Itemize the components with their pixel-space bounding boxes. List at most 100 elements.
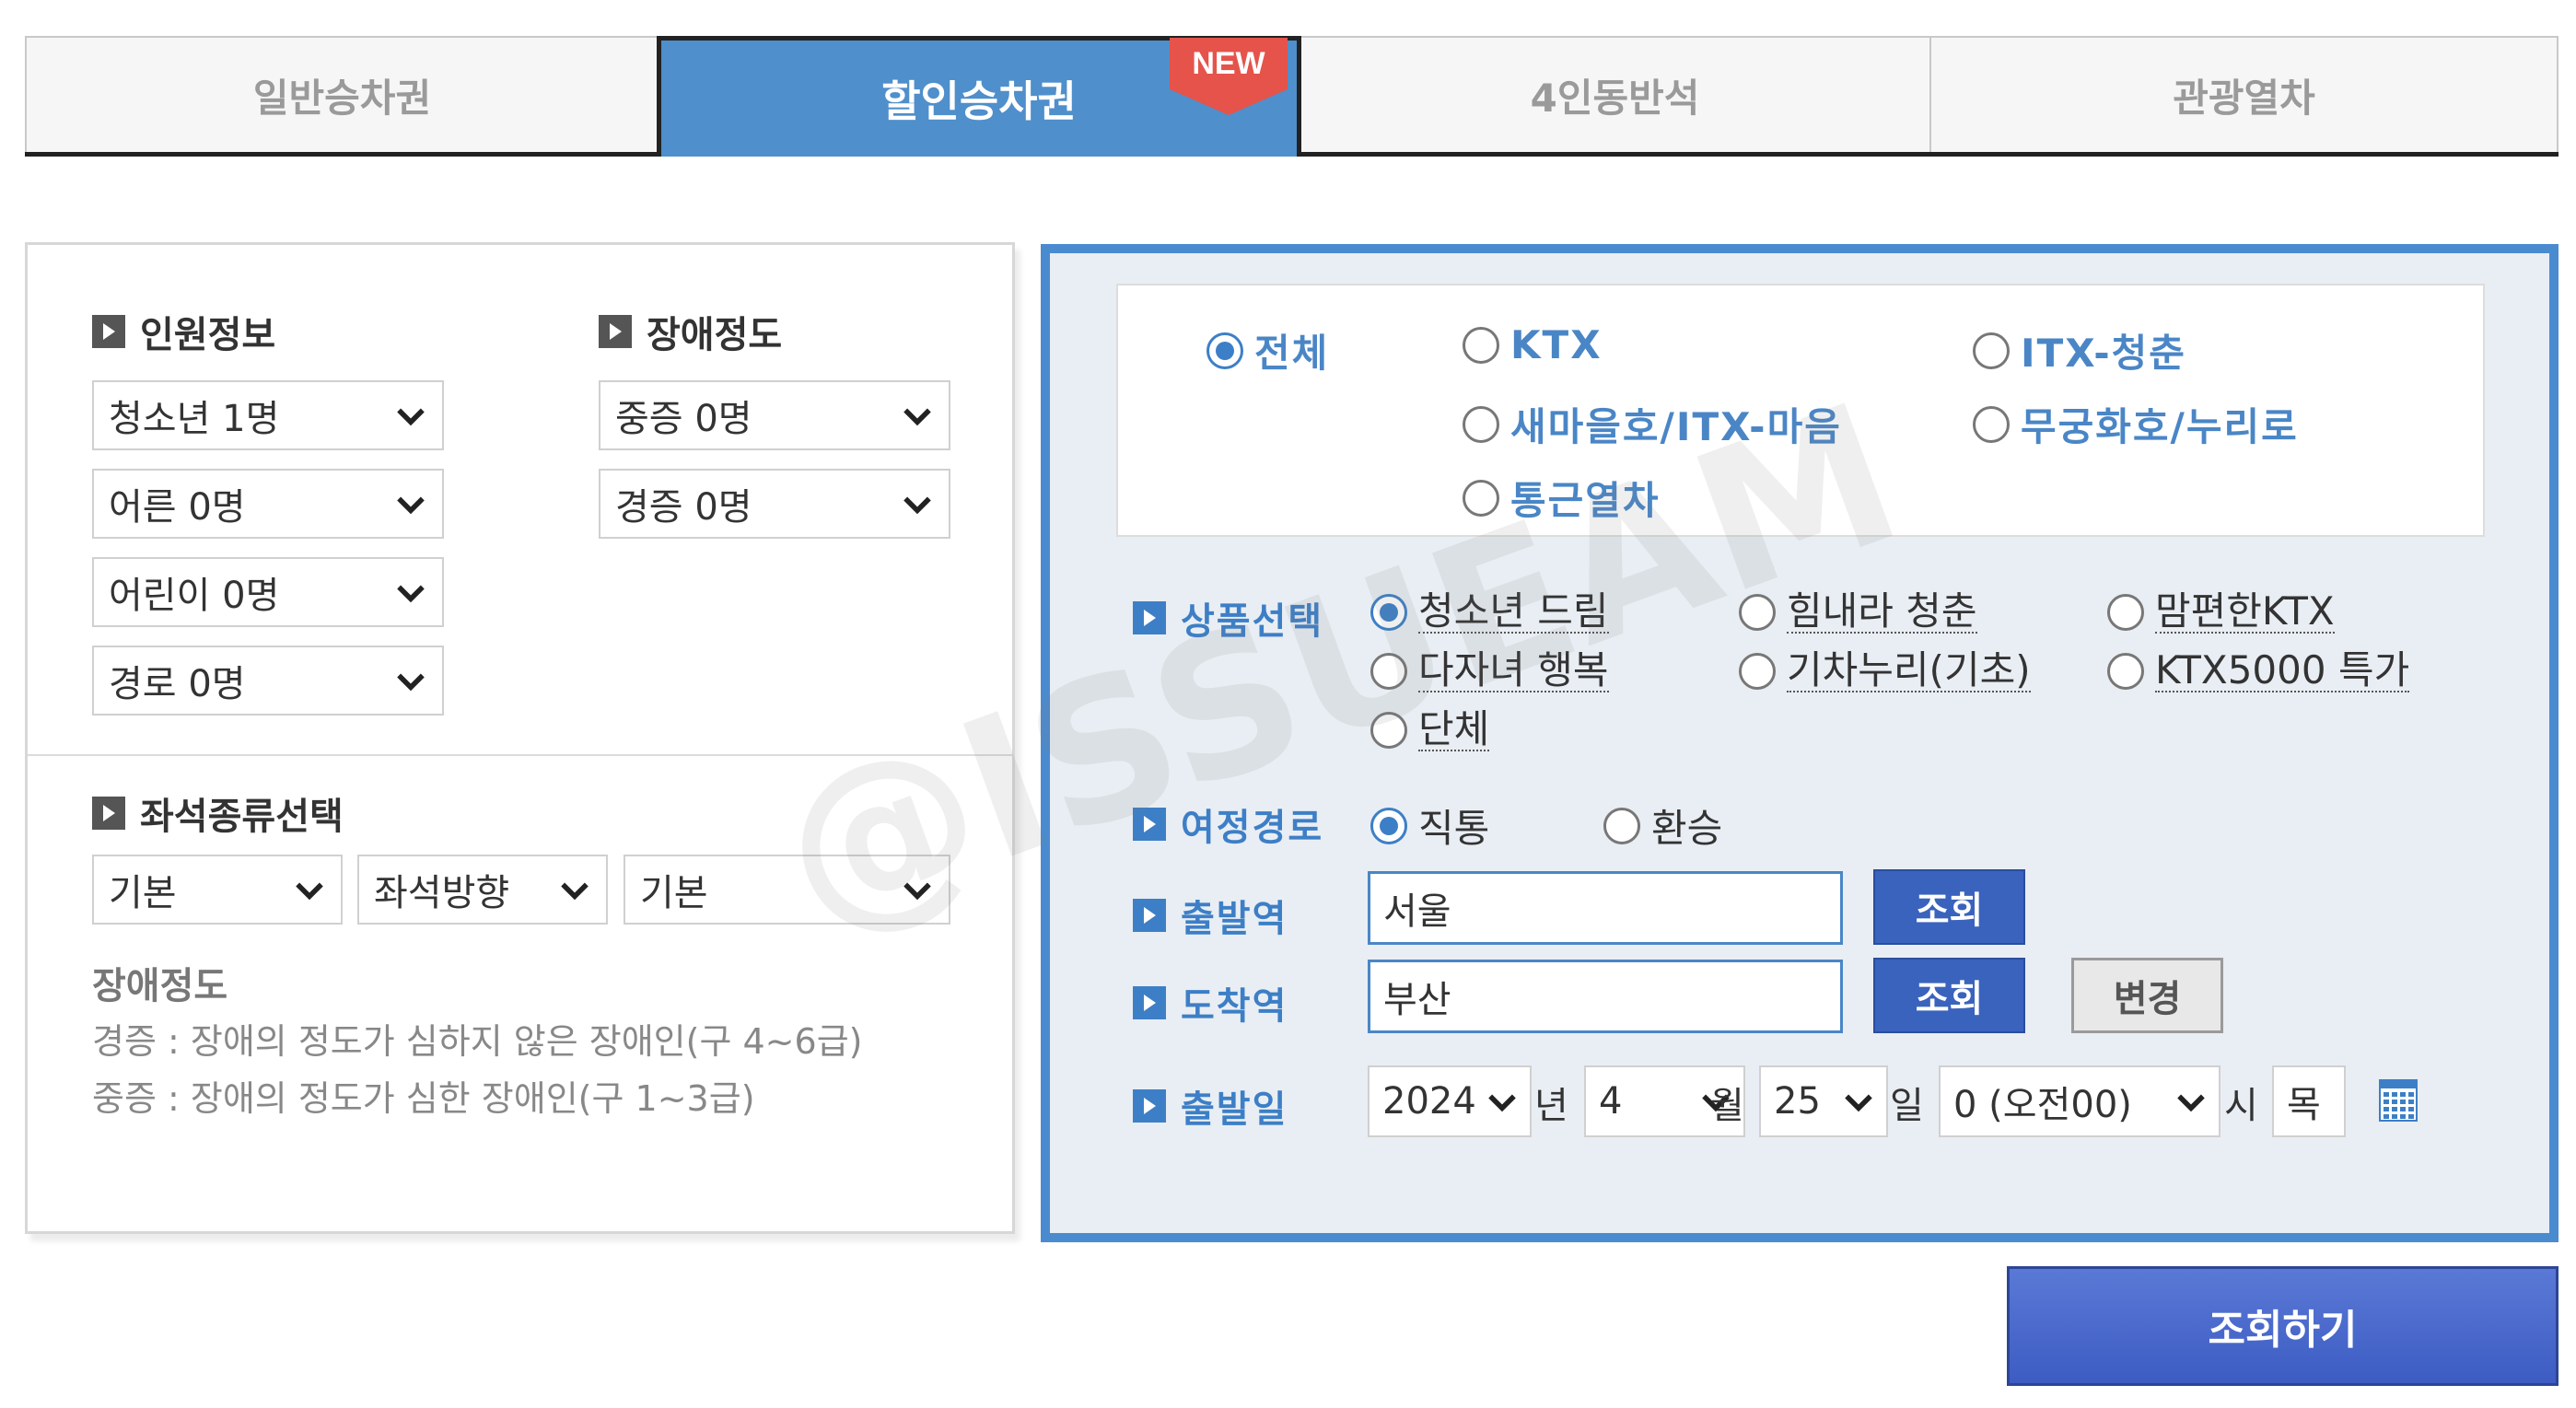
select-value: 경로 0명 bbox=[109, 663, 246, 705]
radio-label: 맘편한KTX bbox=[2155, 588, 2335, 634]
tab-four-person-seat[interactable]: 4인동반석 bbox=[1299, 36, 1931, 152]
year-select[interactable]: 2024 bbox=[1368, 1065, 1532, 1137]
radio-unchecked bbox=[1463, 405, 1499, 443]
mild-count-select[interactable]: 경증 0명 bbox=[599, 469, 950, 539]
departure-label-text: 출발역 bbox=[1181, 898, 1288, 940]
train-radio-itx-cheongchun[interactable]: ITX-청춘 bbox=[1973, 322, 2186, 378]
hour-select[interactable]: 0 (오전00) bbox=[1939, 1065, 2220, 1137]
route-row-label: 여정경로 bbox=[1133, 797, 1323, 851]
radio-label: 기차누리(기초) bbox=[1787, 647, 2031, 693]
arrival-row-label: 도착역 bbox=[1133, 976, 1288, 1030]
product-radio-multi-child[interactable]: 다자녀 행복 bbox=[1370, 647, 1609, 693]
select-value: 중증 0명 bbox=[615, 398, 752, 440]
train-radio-ktx[interactable]: KTX bbox=[1463, 322, 1603, 367]
adult-count-select[interactable]: 어른 0명 bbox=[92, 469, 444, 539]
calendar-icon[interactable] bbox=[2379, 1079, 2418, 1122]
child-count-select[interactable]: 어린이 0명 bbox=[92, 557, 444, 627]
seat-position-select[interactable]: 기본 bbox=[624, 855, 950, 925]
departure-station-input[interactable]: 서울 bbox=[1368, 871, 1843, 945]
radio-unchecked bbox=[1973, 405, 2010, 443]
departure-search-button[interactable]: 조회 bbox=[1873, 869, 2025, 945]
radio-label: 통근열차 bbox=[1510, 478, 1661, 523]
chevron-down-icon bbox=[397, 496, 425, 515]
arrow-icon bbox=[1133, 986, 1166, 1019]
date-label-text: 출발일 bbox=[1181, 1088, 1288, 1131]
radio-checked bbox=[1206, 332, 1243, 369]
passenger-info-heading: 인원정보 bbox=[92, 305, 275, 358]
disability-heading: 장애정도 bbox=[599, 305, 782, 358]
seat-direction-select[interactable]: 좌석방향 bbox=[357, 855, 608, 925]
senior-count-select[interactable]: 경로 0명 bbox=[92, 646, 444, 716]
chevron-down-icon bbox=[296, 882, 323, 901]
arrival-search-button[interactable]: 조회 bbox=[1873, 958, 2025, 1033]
tab-label: 할인승차권 bbox=[881, 76, 1077, 126]
product-radio-comfort-ktx[interactable]: 맘편한KTX bbox=[2107, 588, 2335, 634]
train-radio-commuter[interactable]: 통근열차 bbox=[1463, 470, 1661, 526]
radio-unchecked bbox=[1463, 479, 1499, 517]
input-value: 부산 bbox=[1383, 979, 1451, 1021]
tab-label: 4인동반석 bbox=[1530, 75, 1700, 121]
arrow-icon bbox=[1133, 601, 1166, 634]
new-badge: NEW bbox=[1170, 38, 1288, 117]
input-value: 서울 bbox=[1383, 890, 1451, 933]
select-value: 경증 0명 bbox=[615, 486, 752, 529]
weekday-value: 목 bbox=[2287, 1084, 2321, 1126]
search-submit-button[interactable]: 조회하기 bbox=[2007, 1266, 2559, 1386]
route-label-text: 여정경로 bbox=[1181, 807, 1324, 849]
new-badge-text: NEW bbox=[1170, 38, 1288, 89]
radio-label: 환승 bbox=[1651, 806, 1723, 851]
severe-count-select[interactable]: 중증 0명 bbox=[599, 380, 950, 450]
radio-unchecked bbox=[1603, 807, 1640, 844]
seat-type-select[interactable]: 기본 bbox=[92, 855, 343, 925]
youth-count-select[interactable]: 청소년 1명 bbox=[92, 380, 444, 450]
radio-label: 단체 bbox=[1418, 706, 1490, 752]
weekday-display: 목 bbox=[2272, 1065, 2346, 1137]
product-radio-ktx5000[interactable]: KTX5000 특가 bbox=[2107, 647, 2410, 693]
train-radio-mugunghwa[interactable]: 무궁화호/누리로 bbox=[1973, 396, 2299, 452]
select-value: 어린이 0명 bbox=[109, 575, 280, 617]
radio-unchecked bbox=[1370, 653, 1407, 691]
section-divider bbox=[28, 754, 1012, 756]
tab-general-ticket[interactable]: 일반승차권 bbox=[25, 36, 659, 152]
arrow-icon bbox=[92, 797, 125, 830]
seat-type-heading: 좌석종류선택 bbox=[92, 786, 344, 840]
button-label: 조회 bbox=[1915, 890, 1984, 932]
tab-tourist-train[interactable]: 관광열차 bbox=[1929, 36, 2559, 152]
hour-unit: 시 bbox=[2224, 1085, 2258, 1127]
chevron-down-icon bbox=[903, 496, 931, 515]
radio-label: 새마을호/ITX-마음 bbox=[1510, 404, 1842, 449]
radio-unchecked bbox=[1463, 326, 1499, 364]
select-value: 4 bbox=[1599, 1080, 1623, 1123]
passenger-info-title: 인원정보 bbox=[140, 314, 276, 356]
radio-unchecked bbox=[2107, 653, 2144, 691]
product-label-text: 상품선택 bbox=[1181, 600, 1324, 643]
month-unit: 월 bbox=[1710, 1085, 1744, 1127]
day-select[interactable]: 25 bbox=[1759, 1065, 1888, 1137]
tab-discount-ticket[interactable]: 할인승차권 NEW bbox=[657, 36, 1301, 157]
route-radio-transfer[interactable]: 환승 bbox=[1603, 797, 1722, 854]
arrow-icon bbox=[1133, 899, 1166, 932]
product-radio-youth-dream[interactable]: 청소년 드림 bbox=[1370, 590, 1609, 634]
chevron-down-icon bbox=[1845, 1094, 1872, 1112]
disability-desc-title: 장애정도 bbox=[92, 965, 228, 1007]
radio-label: 힘내라 청춘 bbox=[1787, 588, 1977, 634]
arrow-icon bbox=[1133, 1089, 1166, 1123]
radio-label: KTX5000 특가 bbox=[2155, 647, 2410, 693]
select-value: 기본 bbox=[640, 872, 708, 914]
product-radio-cheer-youth[interactable]: 힘내라 청춘 bbox=[1739, 588, 1977, 634]
route-radio-direct[interactable]: 직통 bbox=[1370, 797, 1489, 854]
train-radio-all[interactable]: 전체 bbox=[1206, 322, 1329, 378]
day-unit: 일 bbox=[1890, 1085, 1924, 1127]
product-radio-gichanuri[interactable]: 기차누리(기초) bbox=[1739, 647, 2031, 693]
radio-unchecked bbox=[1739, 653, 1776, 691]
departure-row-label: 출발역 bbox=[1133, 889, 1288, 942]
radio-unchecked bbox=[1739, 594, 1776, 632]
arrival-station-input[interactable]: 부산 bbox=[1368, 960, 1843, 1033]
swap-stations-button[interactable]: 변경 bbox=[2071, 958, 2223, 1033]
button-label: 변경 bbox=[2113, 978, 2182, 1020]
product-row-label: 상품선택 bbox=[1133, 591, 1323, 645]
train-radio-saemaeul[interactable]: 새마을호/ITX-마음 bbox=[1463, 396, 1842, 452]
chevron-down-icon bbox=[561, 882, 589, 901]
product-radio-group[interactable]: 단체 bbox=[1370, 706, 1490, 752]
radio-label: 다자녀 행복 bbox=[1418, 647, 1609, 693]
